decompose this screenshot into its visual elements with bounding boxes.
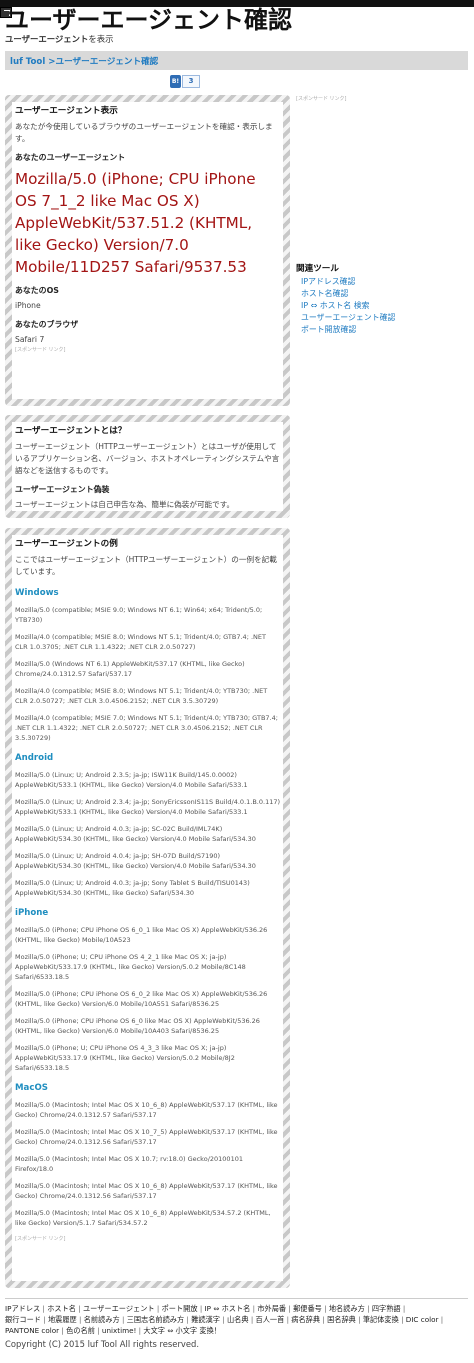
footer-link[interactable]: ポート開放: [162, 1304, 205, 1313]
bookmark-count: 3: [182, 75, 200, 88]
ua-example-item: Mozilla/5.0 (Macintosh; Intel Mac OS X 1…: [15, 1101, 278, 1119]
related-tool-link[interactable]: ユーザーエージェント確認: [296, 312, 395, 324]
ua-example-item: Mozilla/5.0 (iPhone; CPU iPhone OS 6_0 l…: [15, 1017, 260, 1035]
sponsor-label: [スポンサード リンク]: [15, 1236, 66, 1242]
related-tool-link[interactable]: IP ⇔ ホスト名 検索: [296, 300, 395, 312]
ua-example-item: Mozilla/5.0 (Macintosh; Intel Mac OS X 1…: [15, 1209, 271, 1227]
footer-link[interactable]: 筆記体変換: [363, 1315, 406, 1324]
related-tools: 関連ツール IPアドレス確認 ホスト名確認 IP ⇔ ホスト名 検索 ユーザーエージェ…: [296, 262, 395, 336]
copyright: Copyright (C) 2015 luf Tool All rights r…: [5, 1339, 199, 1349]
ua-example-item: Mozilla/5.0 (iPhone; U; CPU iPhone OS 4_…: [15, 953, 246, 981]
ua-spoof-heading: ユーザーエージェント偽装: [15, 485, 110, 494]
your-browser-value: Safari 7: [15, 335, 45, 344]
footer-link[interactable]: 色の名前: [66, 1326, 102, 1335]
your-os-value: iPhone: [15, 301, 41, 310]
breadcrumb: luf Tool >ユーザーエージェント確認: [5, 51, 468, 70]
ua-group-heading: Windows: [15, 588, 59, 598]
ua-example-item: Mozilla/5.0 (iPhone; CPU iPhone OS 6_0_2…: [15, 990, 268, 1008]
footer-link[interactable]: 名前読み方: [84, 1315, 127, 1324]
your-browser-heading: あなたのブラウザ: [15, 320, 79, 329]
footer-link[interactable]: 難読漢字: [191, 1315, 227, 1324]
ua-example-item: Mozilla/5.0 (Macintosh; Intel Mac OS X 1…: [15, 1182, 278, 1200]
sidebar-sponsor-label: [スポンサード リンク]: [296, 96, 347, 102]
footer-link[interactable]: 郵便番号: [293, 1304, 329, 1313]
ua-example-item: Mozilla/5.0 (Linux; U; Android 4.0.4; ja…: [15, 852, 256, 870]
ua-examples-intro: ここではユーザーエージェント（HTTPユーザーエージェント）の一例を記載していま…: [15, 555, 277, 576]
ua-example-item: Mozilla/5.0 (Macintosh; Intel Mac OS X 1…: [15, 1155, 243, 1173]
footer-link[interactable]: 地震履歴: [48, 1315, 84, 1324]
ua-display-intro: あなたが今使用しているブラウザのユーザーエージェントを確認・表示します。: [15, 122, 273, 143]
related-tool-link[interactable]: ホスト名確認: [296, 288, 395, 300]
subtitle-bold: ユーザーエージェント: [5, 34, 89, 44]
footer-divider: [5, 1298, 468, 1299]
ua-display-panel: ユーザーエージェント表示 あなたが今使用しているブラウザのユーザーエージェントを…: [5, 95, 290, 406]
footer-link[interactable]: IPアドレス: [5, 1304, 47, 1313]
ua-example-item: Mozilla/5.0 (Linux; U; Android 2.3.4; ja…: [15, 798, 281, 816]
footer-link[interactable]: unixtime!: [102, 1326, 143, 1335]
breadcrumb-current-link[interactable]: ユーザーエージェント確認: [55, 57, 158, 67]
ua-group-heading: MacOS: [15, 1083, 48, 1093]
your-ua-heading: あなたのユーザーエージェント: [15, 153, 126, 162]
breadcrumb-home-link[interactable]: luf Tool: [10, 57, 45, 67]
breadcrumb-separator: >: [45, 57, 56, 67]
your-ua-value: Mozilla/5.0 (iPhone; CPU iPhone OS 7_1_2…: [15, 170, 256, 276]
subtitle-rest: を表示: [88, 34, 114, 44]
ua-example-item: Mozilla/5.0 (iPhone; CPU iPhone OS 6_0_1…: [15, 926, 268, 944]
related-tools-list: IPアドレス確認 ホスト名確認 IP ⇔ ホスト名 検索 ユーザーエージェント確認 ポー…: [296, 276, 395, 336]
ua-example-item: Mozilla/4.0 (compatible; MSIE 7.0; Windo…: [15, 714, 278, 742]
footer-link[interactable]: 銀行コード: [5, 1315, 48, 1324]
footer-link[interactable]: PANTONE color: [5, 1326, 66, 1335]
ua-example-item: Mozilla/5.0 (Macintosh; Intel Mac OS X 1…: [15, 1128, 278, 1146]
footer-link[interactable]: 百人一首: [256, 1315, 292, 1324]
ua-about-body: ユーザーエージェント（HTTPユーザーエージェント）とはユーザが使用しているアプ…: [15, 442, 280, 475]
ua-example-item: Mozilla/5.0 (compatible; MSIE 9.0; Windo…: [15, 606, 263, 624]
ua-example-item: Mozilla/4.0 (compatible; MSIE 8.0; Windo…: [15, 687, 268, 705]
related-tools-heading: 関連ツール: [296, 264, 339, 274]
footer-link[interactable]: 市外局番: [257, 1304, 293, 1313]
ua-group-heading: Android: [15, 753, 54, 763]
footer-link[interactable]: 山名典: [227, 1315, 256, 1324]
ua-example-item: Mozilla/5.0 (Windows NT 6.1) AppleWebKit…: [15, 660, 245, 678]
footer-link[interactable]: IP ⇔ ホスト名: [205, 1304, 258, 1313]
ua-example-item: Mozilla/5.0 (Linux; U; Android 4.0.3; ja…: [15, 879, 250, 897]
related-tool-link[interactable]: ポート開放確認: [296, 324, 395, 336]
page-title: ユーザーエージェント確認: [5, 6, 293, 34]
sponsor-label: [スポンサード リンク]: [15, 347, 66, 353]
related-tool-link[interactable]: IPアドレス確認: [296, 276, 395, 288]
footer-link[interactable]: 四字熟語: [372, 1304, 405, 1313]
footer-link[interactable]: ホスト名: [47, 1304, 83, 1313]
footer-link[interactable]: 大文字 ⇔ 小文字 変換！: [143, 1326, 221, 1335]
footer-link[interactable]: DIC color: [406, 1315, 443, 1324]
ua-example-item: Mozilla/5.0 (Linux; U; Android 2.3.5; ja…: [15, 771, 248, 789]
ua-spoof-body: ユーザーエージェントは自己申告な為、簡単に偽装が可能です。: [15, 500, 235, 509]
ua-examples-panel: ユーザーエージェントの例 ここではユーザーエージェント（HTTPユーザーエージェ…: [5, 528, 290, 1288]
ua-example-item: Mozilla/5.0 (iPhone; U; CPU iPhone OS 4_…: [15, 1044, 235, 1072]
footer-link[interactable]: ユーザーエージェント: [83, 1304, 162, 1313]
your-os-heading: あなたのOS: [15, 286, 59, 295]
ua-group-heading: iPhone: [15, 908, 49, 918]
page-subtitle: ユーザーエージェントを表示: [5, 33, 114, 45]
ua-about-panel: ユーザーエージェントとは？ ユーザーエージェント（HTTPユーザーエージェント）…: [5, 415, 290, 518]
hatena-bookmark-button[interactable]: B! 3: [170, 75, 200, 88]
hatena-bookmark-icon: B!: [170, 75, 181, 88]
ua-example-groups: Windows Mozilla/5.0 (compatible; MSIE 9.0…: [15, 588, 280, 1228]
ua-example-item: Mozilla/5.0 (Linux; U; Android 4.0.3; ja…: [15, 825, 256, 843]
footer-links: IPアドレス ホスト名 ユーザーエージェント ポート開放 IP ⇔ ホスト名 市…: [5, 1303, 450, 1336]
footer-link[interactable]: 国名辞典: [327, 1315, 363, 1324]
footer-link[interactable]: 三国志名前読み方: [127, 1315, 192, 1324]
ua-about-heading: ユーザーエージェントとは？: [15, 426, 127, 436]
ua-examples-heading: ユーザーエージェントの例: [15, 539, 118, 549]
ua-example-item: Mozilla/4.0 (compatible; MSIE 8.0; Windo…: [15, 633, 266, 651]
footer-link[interactable]: 病名辞典: [291, 1315, 327, 1324]
footer-link[interactable]: 地名読み方: [329, 1304, 372, 1313]
ua-display-heading: ユーザーエージェント表示: [15, 106, 118, 116]
